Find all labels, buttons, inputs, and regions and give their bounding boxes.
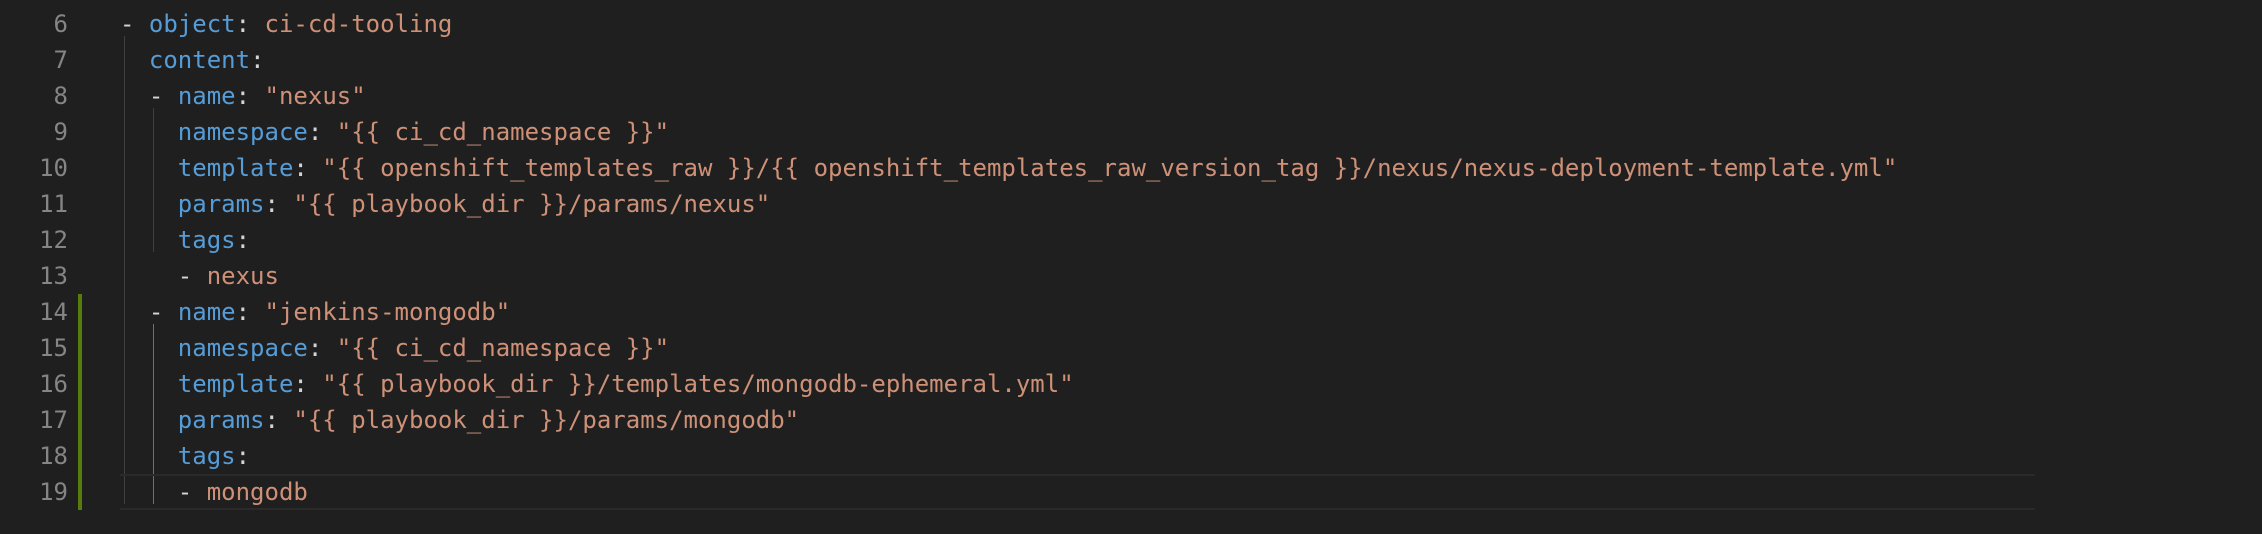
code-line[interactable]: 19 - mongodb bbox=[0, 474, 2262, 510]
colon: : bbox=[235, 442, 251, 470]
code-line[interactable]: 18 tags: bbox=[0, 438, 2262, 474]
code-content: - object: ci-cd-tooling bbox=[120, 6, 452, 42]
line-number: 17 bbox=[39, 406, 68, 434]
yaml-key: params bbox=[177, 190, 265, 218]
colon: : bbox=[307, 118, 337, 146]
line-number: 10 bbox=[39, 154, 68, 182]
code-line[interactable]: 8 - name: "nexus" bbox=[0, 78, 2262, 114]
colon: : bbox=[307, 334, 337, 362]
line-number: 19 bbox=[39, 478, 68, 506]
yaml-key: template bbox=[177, 370, 294, 398]
yaml-key: object bbox=[148, 10, 236, 38]
code-line[interactable]: 9 namespace: "{{ ci_cd_namespace }}" bbox=[0, 114, 2262, 150]
yaml-value: nexus bbox=[206, 262, 279, 290]
code-content: - name: "jenkins-mongodb" bbox=[120, 294, 510, 330]
line-number: 12 bbox=[39, 226, 68, 254]
line-number: 11 bbox=[39, 190, 68, 218]
code-content: namespace: "{{ ci_cd_namespace }}" bbox=[120, 114, 669, 150]
code-content: params: "{{ playbook_dir }}/params/nexus… bbox=[120, 186, 770, 222]
code-content: - name: "nexus" bbox=[120, 78, 366, 114]
yaml-key: namespace bbox=[177, 334, 308, 362]
code-line[interactable]: 10 template: "{{ openshift_templates_raw… bbox=[0, 150, 2262, 186]
code-content: - nexus bbox=[120, 258, 279, 294]
list-dash: - bbox=[148, 298, 178, 326]
code-editor[interactable]: 6- object: ci-cd-tooling 7 content: 8 - na… bbox=[0, 0, 2262, 534]
code-content: namespace: "{{ ci_cd_namespace }}" bbox=[120, 330, 669, 366]
yaml-value: "{{ playbook_dir }}/templates/mongodb-ep… bbox=[322, 370, 1074, 398]
code-content: tags: bbox=[120, 438, 250, 474]
code-line[interactable]: 11 params: "{{ playbook_dir }}/params/ne… bbox=[0, 186, 2262, 222]
code-line[interactable]: 15 namespace: "{{ ci_cd_namespace }}" bbox=[0, 330, 2262, 366]
line-number: 16 bbox=[39, 370, 68, 398]
yaml-key: name bbox=[177, 298, 236, 326]
list-dash: - bbox=[177, 478, 207, 506]
yaml-key: tags bbox=[177, 442, 236, 470]
yaml-value: "jenkins-mongodb" bbox=[264, 298, 511, 326]
colon: : bbox=[293, 370, 323, 398]
yaml-value: "{{ playbook_dir }}/params/nexus" bbox=[293, 190, 771, 218]
list-dash: - bbox=[177, 262, 207, 290]
yaml-value: ci-cd-tooling bbox=[264, 10, 453, 38]
line-number: 7 bbox=[53, 46, 68, 74]
yaml-value: "{{ openshift_templates_raw }}/{{ opensh… bbox=[322, 154, 1898, 182]
colon: : bbox=[235, 82, 265, 110]
yaml-key: params bbox=[177, 406, 265, 434]
line-number: 14 bbox=[39, 298, 68, 326]
yaml-key: content bbox=[148, 46, 251, 74]
yaml-value: mongodb bbox=[206, 478, 308, 506]
list-dash: - bbox=[148, 82, 178, 110]
code-line[interactable]: 7 content: bbox=[0, 42, 2262, 78]
yaml-key: template bbox=[177, 154, 294, 182]
yaml-value: "{{ playbook_dir }}/params/mongodb" bbox=[293, 406, 800, 434]
line-number: 15 bbox=[39, 334, 68, 362]
colon: : bbox=[250, 46, 265, 74]
yaml-key: name bbox=[177, 82, 236, 110]
code-line[interactable]: 16 template: "{{ playbook_dir }}/templat… bbox=[0, 366, 2262, 402]
code-line[interactable]: 12 tags: bbox=[0, 222, 2262, 258]
yaml-value: "{{ ci_cd_namespace }}" bbox=[336, 334, 670, 362]
line-number: 8 bbox=[53, 82, 68, 110]
code-content: template: "{{ playbook_dir }}/templates/… bbox=[120, 366, 1074, 402]
colon: : bbox=[235, 226, 251, 254]
line-number: 6 bbox=[53, 10, 68, 38]
yaml-key: namespace bbox=[177, 118, 308, 146]
code-content: template: "{{ openshift_templates_raw }}… bbox=[120, 150, 1897, 186]
line-number: 13 bbox=[39, 262, 68, 290]
code-content: content: bbox=[120, 42, 265, 78]
colon: : bbox=[264, 406, 294, 434]
yaml-value: "nexus" bbox=[264, 82, 366, 110]
line-number: 18 bbox=[39, 442, 68, 470]
colon: : bbox=[235, 10, 265, 38]
code-line[interactable]: 13 - nexus bbox=[0, 258, 2262, 294]
yaml-value: "{{ ci_cd_namespace }}" bbox=[336, 118, 670, 146]
code-line[interactable]: 14 - name: "jenkins-mongodb" bbox=[0, 294, 2262, 330]
code-content: params: "{{ playbook_dir }}/params/mongo… bbox=[120, 402, 799, 438]
code-content: tags: bbox=[120, 222, 250, 258]
line-number: 9 bbox=[53, 118, 68, 146]
list-dash: - bbox=[120, 10, 149, 38]
colon: : bbox=[293, 154, 323, 182]
yaml-key: tags bbox=[177, 226, 236, 254]
code-line[interactable]: 6 - object: ci-cd-tooling bbox=[0, 6, 2262, 42]
colon: : bbox=[235, 298, 265, 326]
colon: : bbox=[264, 190, 294, 218]
code-content: - mongodb bbox=[120, 474, 308, 510]
code-line[interactable]: 17 params: "{{ playbook_dir }}/params/mo… bbox=[0, 402, 2262, 438]
